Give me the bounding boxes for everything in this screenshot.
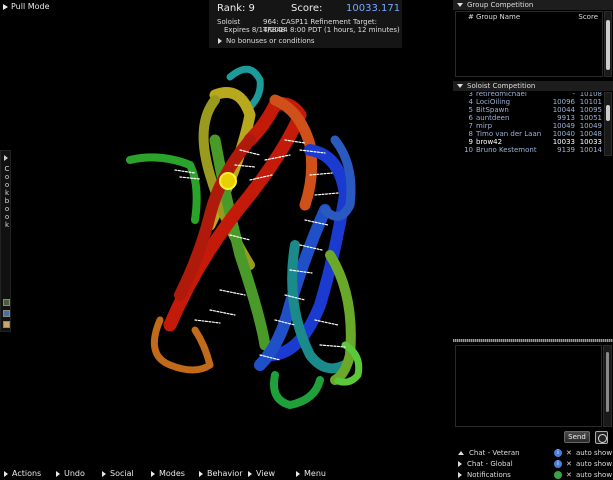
shared-recipe-icon[interactable] (3, 310, 10, 317)
chat-channel-notifications[interactable]: Notifications ✕ auto show (455, 469, 613, 480)
expand-arrow-icon (218, 38, 222, 44)
soloist-competition-title: Soloist Competition (467, 82, 536, 90)
chat-scrollbar[interactable] (603, 345, 612, 427)
menu-behavior[interactable]: Behavior (199, 469, 243, 478)
score-panel: Rank: 9 Score: 10033.171 Soloist 964: CA… (209, 0, 402, 48)
menu-actions[interactable]: Actions (4, 469, 41, 478)
row-name: Bruno Kestemont (476, 146, 537, 154)
expand-arrow-icon (199, 470, 203, 477)
channel-label: Chat - Global (467, 459, 513, 468)
expand-arrow-icon (102, 470, 106, 477)
expand-arrow-icon (151, 470, 155, 477)
info-icon[interactable]: i (554, 459, 562, 468)
scroll-thumb[interactable] (606, 105, 610, 121)
col-score-header: Score (578, 13, 598, 21)
selection-marker (219, 172, 237, 190)
expand-arrow-icon (458, 471, 462, 478)
table-row[interactable]: 10 Bruno Kestemont 9139 10014 (455, 146, 603, 155)
recipe-icon[interactable] (3, 299, 10, 306)
protein-viewport[interactable] (100, 55, 380, 430)
group-competition-header[interactable]: Group Competition (453, 0, 613, 10)
group-competition-table[interactable]: # Group Name Score (455, 11, 603, 77)
score-value: 10033.171 (346, 3, 401, 14)
bonus-label: No bonuses or conditions (226, 37, 315, 45)
pull-mode-label: Pull Mode (11, 2, 50, 11)
bottom-menu-bar: Actions Undo Social Modes Behavior View … (0, 468, 453, 480)
auto-show-label[interactable]: auto show (576, 471, 612, 479)
menu-social[interactable]: Social (102, 469, 134, 478)
send-button[interactable]: Send (564, 431, 590, 443)
expand-arrow-icon (3, 3, 8, 10)
close-icon[interactable]: ✕ (566, 449, 572, 457)
collapse-arrow-icon (457, 84, 463, 88)
bonus-toggle[interactable]: No bonuses or conditions (218, 37, 315, 45)
expand-arrow-icon (56, 470, 60, 477)
expand-arrow-icon (458, 460, 462, 467)
close-icon[interactable]: ✕ (566, 471, 572, 479)
soloist-competition-header[interactable]: Soloist Competition (453, 81, 613, 91)
collapse-arrow-icon (457, 3, 463, 7)
group-competition-title: Group Competition (467, 1, 534, 9)
chat-resize-handle[interactable] (453, 339, 613, 342)
channel-label: Chat - Veteran (469, 448, 520, 457)
row-best: 10014 (579, 146, 602, 154)
score-label: Score: (291, 3, 323, 14)
soloist-competition-table[interactable]: 3 retiredmichael -10108 4 LociOiling 10096 101… (455, 92, 603, 156)
menu-label: Undo (64, 469, 85, 478)
expand-arrow-icon (248, 470, 252, 477)
rank-label: Rank: 9 (217, 3, 255, 14)
chat-channel-global[interactable]: Chat - Global i ✕ auto show (455, 458, 613, 469)
menu-undo[interactable]: Undo (56, 469, 85, 478)
notification-status-icon[interactable] (554, 470, 562, 479)
menu-label: View (256, 469, 275, 478)
chat-channel-veteran[interactable]: Chat - Veteran i ✕ auto show (455, 447, 613, 458)
auto-show-label[interactable]: auto show (576, 449, 612, 457)
row-rank: 10 (464, 146, 473, 154)
menu-label: Behavior (207, 469, 243, 478)
pull-mode-toggle[interactable]: Pull Mode (3, 2, 50, 11)
expand-arrow-icon[interactable] (4, 155, 8, 161)
green-helix (126, 153, 201, 224)
soloist-scrollbar[interactable] (604, 92, 612, 156)
menu-view[interactable]: View (248, 469, 275, 478)
menu-label: Modes (159, 469, 185, 478)
chat-log[interactable] (455, 345, 602, 427)
col-name-header: Group Name (476, 13, 521, 21)
scroll-thumb[interactable] (606, 352, 609, 412)
channel-label: Notifications (467, 470, 511, 479)
clock-icon[interactable] (595, 431, 608, 444)
menu-label: Social (110, 469, 134, 478)
cookbook-label: Cookbook (4, 165, 10, 229)
expires-label: Expires 8/14/2014 8:00 PDT (1 hours, 12 … (224, 26, 400, 34)
group-scrollbar[interactable] (604, 11, 612, 77)
row-score: 9139 (557, 146, 575, 154)
menu-menu[interactable]: Menu (296, 469, 326, 478)
close-icon[interactable]: ✕ (566, 460, 572, 468)
green-bottom-loop (270, 371, 324, 409)
scroll-thumb[interactable] (606, 20, 610, 70)
menu-label: Actions (12, 469, 42, 478)
col-rank-header: # (468, 13, 474, 21)
cookbook-panel[interactable]: Cookbook (0, 150, 11, 332)
auto-show-label[interactable]: auto show (576, 460, 612, 468)
collapse-arrow-icon (458, 450, 464, 455)
orange-loop (150, 316, 214, 374)
red-strand (163, 97, 307, 332)
info-icon[interactable]: i (554, 448, 562, 457)
expand-arrow-icon (296, 470, 300, 477)
menu-modes[interactable]: Modes (151, 469, 185, 478)
expand-arrow-icon (4, 470, 8, 477)
edit-recipe-icon[interactable] (3, 321, 10, 328)
role-label: Soloist (217, 18, 241, 26)
menu-label: Menu (304, 469, 326, 478)
